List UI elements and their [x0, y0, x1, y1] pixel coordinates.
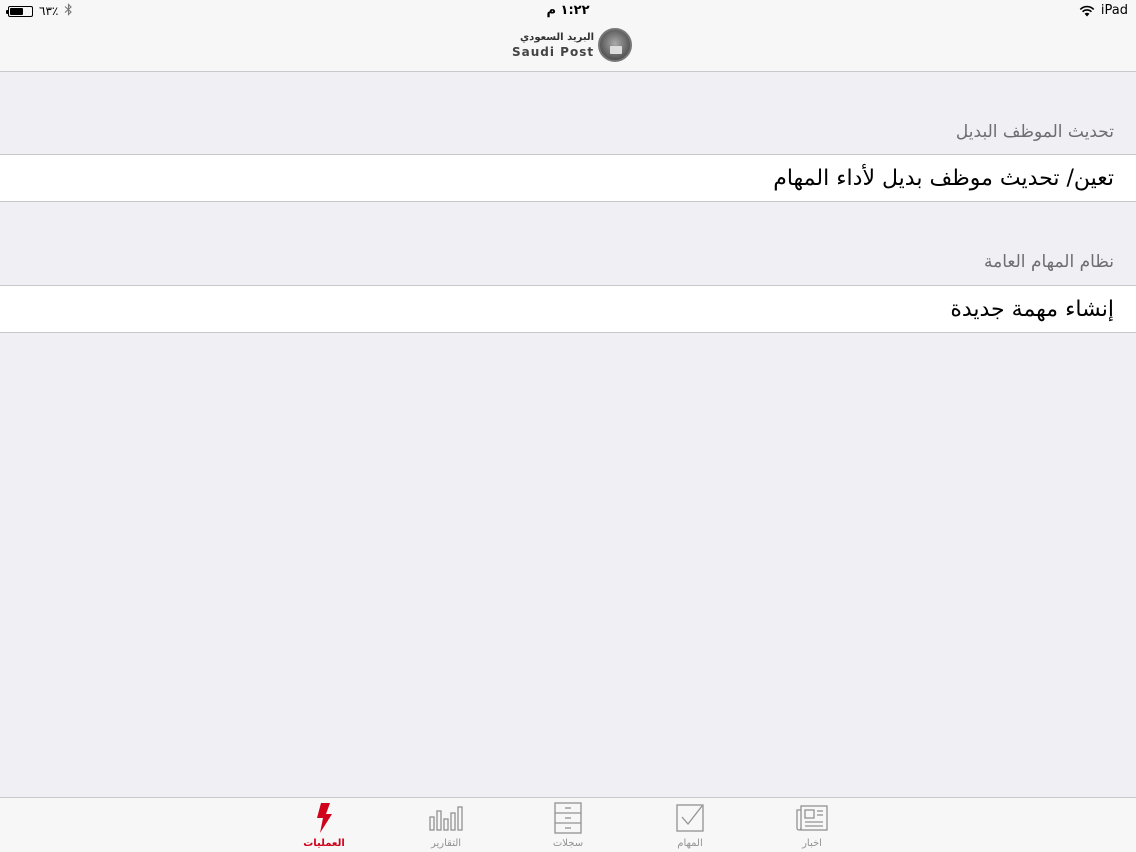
logo-emblem-icon — [598, 28, 633, 62]
tab-label: العمليات — [303, 838, 345, 849]
status-right: iPad — [1079, 3, 1128, 18]
tab-news[interactable]: اخبار — [772, 802, 852, 849]
lightning-icon — [284, 802, 364, 834]
tab-bar: العمليات التقارير سجلات المهام اخبار — [0, 797, 1136, 852]
section-header-general-tasks: نظام المهام العامة — [984, 252, 1114, 272]
tab-reports[interactable]: التقارير — [406, 802, 486, 849]
device-name: iPad — [1100, 3, 1128, 18]
tab-label: التقارير — [430, 838, 462, 849]
status-time: ١:٢٢ م — [546, 3, 590, 18]
tab-label: المهام — [677, 838, 703, 849]
section-header-substitute: تحديث الموظف البديل — [955, 122, 1114, 142]
checkbox-icon — [650, 802, 730, 834]
tab-operations[interactable]: العمليات — [284, 802, 364, 849]
list-item-assign-substitute[interactable]: تعين/ تحديث موظف بديل لأداء المهام — [0, 154, 1136, 202]
main-content: تحديث الموظف البديل تعين/ تحديث موظف بدي… — [0, 72, 1136, 797]
wifi-icon — [1079, 5, 1095, 17]
list-item-create-task[interactable]: إنشاء مهمة جديدة — [0, 285, 1136, 333]
logo-arabic: البريد السعودي — [520, 31, 595, 43]
tab-label: سجلات — [552, 838, 584, 849]
newspaper-icon — [772, 802, 852, 834]
tab-records[interactable]: سجلات — [528, 802, 608, 849]
tab-label: اخبار — [802, 838, 822, 849]
tab-tasks[interactable]: المهام — [650, 802, 730, 849]
saudi-post-logo: البريد السعودي Saudi Post — [512, 28, 633, 62]
cabinet-icon — [528, 802, 608, 834]
nav-bar: البريد السعودي Saudi Post — [0, 22, 1136, 72]
logo-english: Saudi Post — [512, 44, 595, 59]
status-bar: ٦٣٪ ١:٢٢ م iPad — [0, 0, 1136, 22]
bar-chart-icon — [406, 802, 486, 834]
logo-text: البريد السعودي Saudi Post — [512, 31, 595, 59]
